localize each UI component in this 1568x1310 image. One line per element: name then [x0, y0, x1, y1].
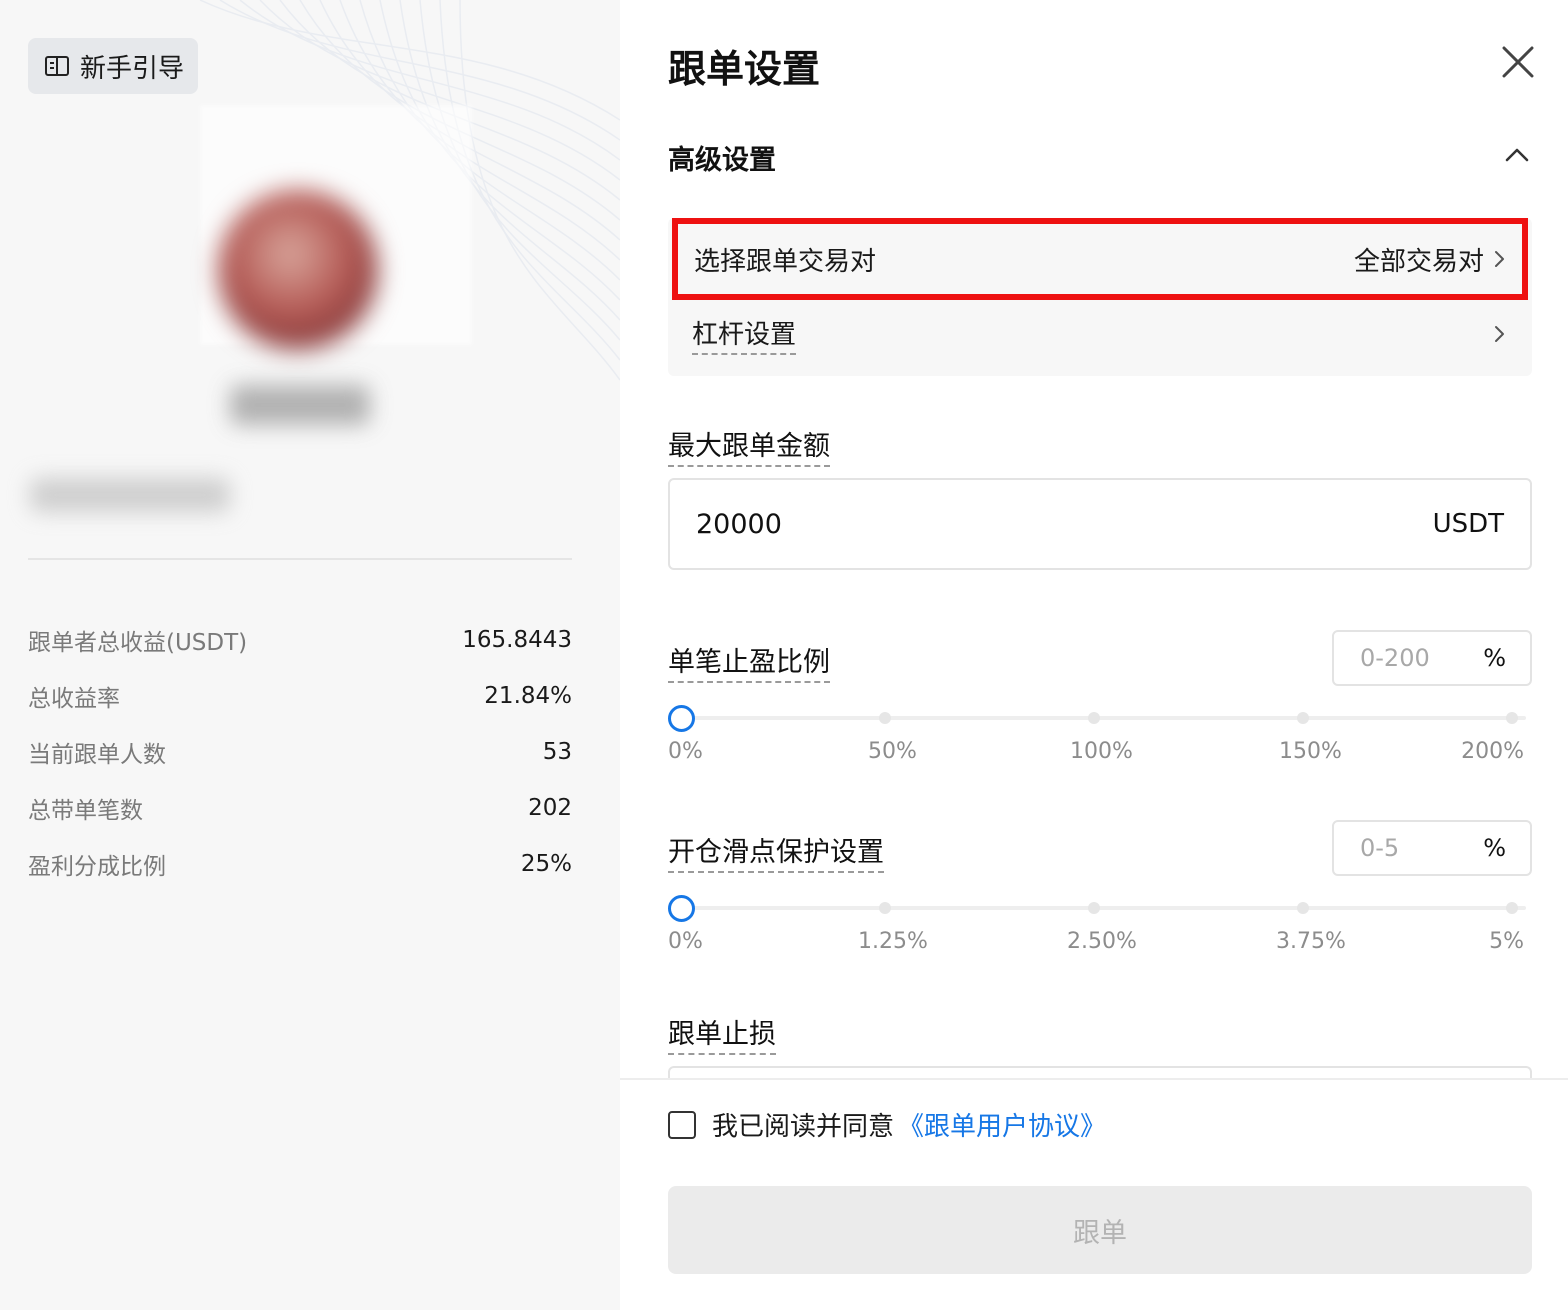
slider-step-dot — [879, 902, 891, 914]
trader-name-blurred — [230, 385, 370, 425]
slider-tick-label: 1.25% — [858, 929, 928, 954]
max-amount-unit: USDT — [1432, 509, 1504, 539]
slider-tick-label: 2.50% — [1067, 929, 1137, 954]
select-trading-pairs-row[interactable]: 选择跟单交易对 全部交易对 — [672, 218, 1528, 300]
slider-track — [682, 906, 1526, 910]
slider-thumb[interactable] — [668, 705, 695, 732]
agreement-checkbox[interactable] — [668, 1110, 696, 1139]
slider-step-dot — [1088, 902, 1100, 914]
footer-divider — [620, 1078, 1568, 1080]
agreement-text: 我已阅读并同意 — [712, 1112, 895, 1142]
take-profit-label: 单笔止盈比例 — [668, 640, 830, 683]
stat-total-return-rate: 总收益率 21.84% — [28, 668, 572, 724]
stop-loss-label: 跟单止损 — [668, 1012, 776, 1055]
beginner-guide-label: 新手引导 — [80, 53, 185, 84]
stat-profit-share-ratio: 盈利分成比例 25% — [28, 836, 572, 892]
page-title: 跟单设置 — [668, 47, 821, 91]
chevron-right-icon — [1495, 251, 1504, 267]
leverage-settings-label: 杠杆设置 — [692, 314, 797, 355]
slider-track — [682, 716, 1526, 720]
slider-tick-label: 5% — [1489, 929, 1524, 954]
max-amount-label: 最大跟单金额 — [668, 424, 830, 467]
slider-tick-label: 0% — [668, 929, 703, 954]
stat-label: 总带单笔数 — [28, 798, 143, 824]
stat-label: 当前跟单人数 — [28, 742, 166, 768]
agreement-row: 我已阅读并同意 《跟单用户协议》 — [668, 1106, 1106, 1143]
stat-label: 跟单者总收益(USDT) — [28, 630, 248, 656]
copy-settings-drawer: 跟单设置 高级设置 选择跟单交易对 全部交易对 杠杆设置 最大跟单金额 2000… — [620, 0, 1568, 1310]
slider-tick-label: 0% — [668, 739, 703, 764]
slider-step-dot — [1297, 902, 1309, 914]
trading-pairs-value: 全部交易对 — [1353, 246, 1484, 277]
chevron-right-icon — [1495, 326, 1504, 342]
close-icon[interactable] — [1500, 44, 1536, 80]
leverage-settings-row[interactable]: 杠杆设置 — [668, 304, 1532, 364]
slider-step-dot — [1506, 902, 1518, 914]
stat-label: 总收益率 — [28, 686, 120, 712]
slippage-placeholder: 0-5 — [1360, 834, 1400, 862]
avatar — [218, 190, 378, 350]
slider-tick-label: 50% — [868, 739, 917, 764]
slider-step-dot — [1088, 712, 1100, 724]
max-amount-value: 20000 — [696, 508, 782, 540]
take-profit-unit: % — [1483, 644, 1506, 672]
stat-value: 25% — [520, 851, 572, 877]
stat-value: 165.8443 — [462, 627, 572, 653]
trader-profile-panel: 新手引导 跟单者总收益(USDT) 165.8443 总收益率 21.84% 当… — [0, 0, 620, 1310]
select-trading-pairs-label: 选择跟单交易对 — [694, 246, 877, 277]
slider-tick-label: 150% — [1279, 739, 1342, 764]
book-icon — [45, 56, 69, 76]
slider-tick-label: 200% — [1461, 739, 1524, 764]
slider-step-dot — [879, 712, 891, 724]
stat-value: 202 — [528, 795, 572, 821]
slippage-protection-label: 开仓滑点保护设置 — [668, 830, 884, 873]
slider-tick-label: 100% — [1070, 739, 1133, 764]
stat-value: 21.84% — [484, 683, 572, 709]
take-profit-placeholder: 0-200 — [1360, 644, 1430, 672]
stat-total-follower-profit: 跟单者总收益(USDT) 165.8443 — [28, 612, 572, 668]
chevron-up-icon[interactable] — [1504, 144, 1530, 164]
take-profit-input[interactable]: 0-200 % — [1332, 630, 1532, 686]
divider — [28, 558, 572, 560]
beginner-guide-button[interactable]: 新手引导 — [28, 38, 199, 94]
slider-tick-label: 3.75% — [1276, 929, 1346, 954]
slippage-unit: % — [1483, 834, 1506, 862]
slippage-slider[interactable]: 0% 1.25% 2.50% 3.75% 5% — [668, 893, 1532, 954]
advanced-settings-title: 高级设置 — [668, 145, 776, 176]
stat-total-lead-trades: 总带单笔数 202 — [28, 780, 572, 836]
stat-value: 53 — [542, 739, 572, 765]
stat-label: 盈利分成比例 — [28, 854, 166, 880]
stats-list: 跟单者总收益(USDT) 165.8443 总收益率 21.84% 当前跟单人数… — [28, 612, 572, 892]
stat-current-followers: 当前跟单人数 53 — [28, 724, 572, 780]
trader-meta-blurred — [30, 478, 230, 512]
slider-thumb[interactable] — [668, 895, 695, 922]
trading-pairs-selection: 全部交易对 — [1354, 241, 1506, 278]
take-profit-slider[interactable]: 0% 50% 100% 150% 200% — [668, 703, 1532, 764]
slider-step-dot — [1506, 712, 1518, 724]
slider-step-dot — [1297, 712, 1309, 724]
max-amount-input[interactable]: 20000 USDT — [668, 478, 1532, 570]
user-agreement-link[interactable]: 《跟单用户协议》 — [898, 1106, 1106, 1143]
slippage-input[interactable]: 0-5 % — [1332, 820, 1532, 876]
copy-trade-button[interactable]: 跟单 — [668, 1186, 1532, 1274]
